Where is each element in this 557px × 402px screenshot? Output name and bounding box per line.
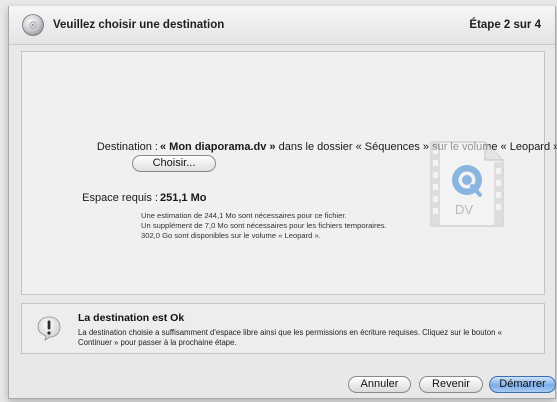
destination-label: Destination : bbox=[96, 141, 158, 153]
space-detail-line: Une estimation de 244,1 Mo sont nécessai… bbox=[141, 211, 347, 220]
destination-file-name: « Mon diaporama.dv » bbox=[160, 141, 276, 153]
destination-panel: Destination : « Mon diaporama.dv » dans … bbox=[21, 51, 557, 295]
space-required-label: Espace requis : bbox=[82, 192, 158, 204]
choose-button[interactable]: Choisir... bbox=[132, 155, 216, 172]
page-title: Veuillez choisir une destination bbox=[53, 19, 225, 31]
header-bar: Veuillez choisir une destination Étape 2… bbox=[9, 6, 555, 45]
alert-message: La destination choisie a suffisamment d'… bbox=[78, 328, 502, 347]
alert-title: La destination est Ok bbox=[78, 312, 185, 324]
assistant-sheet: Veuillez choisir une destination Étape 2… bbox=[8, 6, 557, 399]
start-button[interactable]: Démarrer bbox=[489, 376, 556, 393]
dvd-disc-icon bbox=[22, 14, 44, 36]
space-details: Une estimation de 244,1 Mo sont nécessai… bbox=[141, 211, 387, 241]
dv-file-icon: DV bbox=[430, 141, 504, 227]
cancel-button[interactable]: Annuler bbox=[348, 376, 411, 393]
status-alert: La destination est Ok La destination cho… bbox=[21, 303, 545, 354]
back-button[interactable]: Revenir bbox=[419, 376, 483, 393]
step-indicator: Étape 2 sur 4 bbox=[469, 19, 541, 31]
dv-badge-text: DV bbox=[455, 202, 473, 217]
alert-icon bbox=[37, 316, 61, 341]
space-detail-line: Un supplément de 7,0 Mo sont nécessaires… bbox=[141, 221, 387, 230]
space-detail-line: 302,0 Go sont disponibles sur le volume … bbox=[141, 231, 321, 240]
destination-location: dans le dossier « Séquences » sur le vol… bbox=[275, 141, 557, 153]
space-required-value: 251,1 Mo bbox=[160, 192, 207, 204]
